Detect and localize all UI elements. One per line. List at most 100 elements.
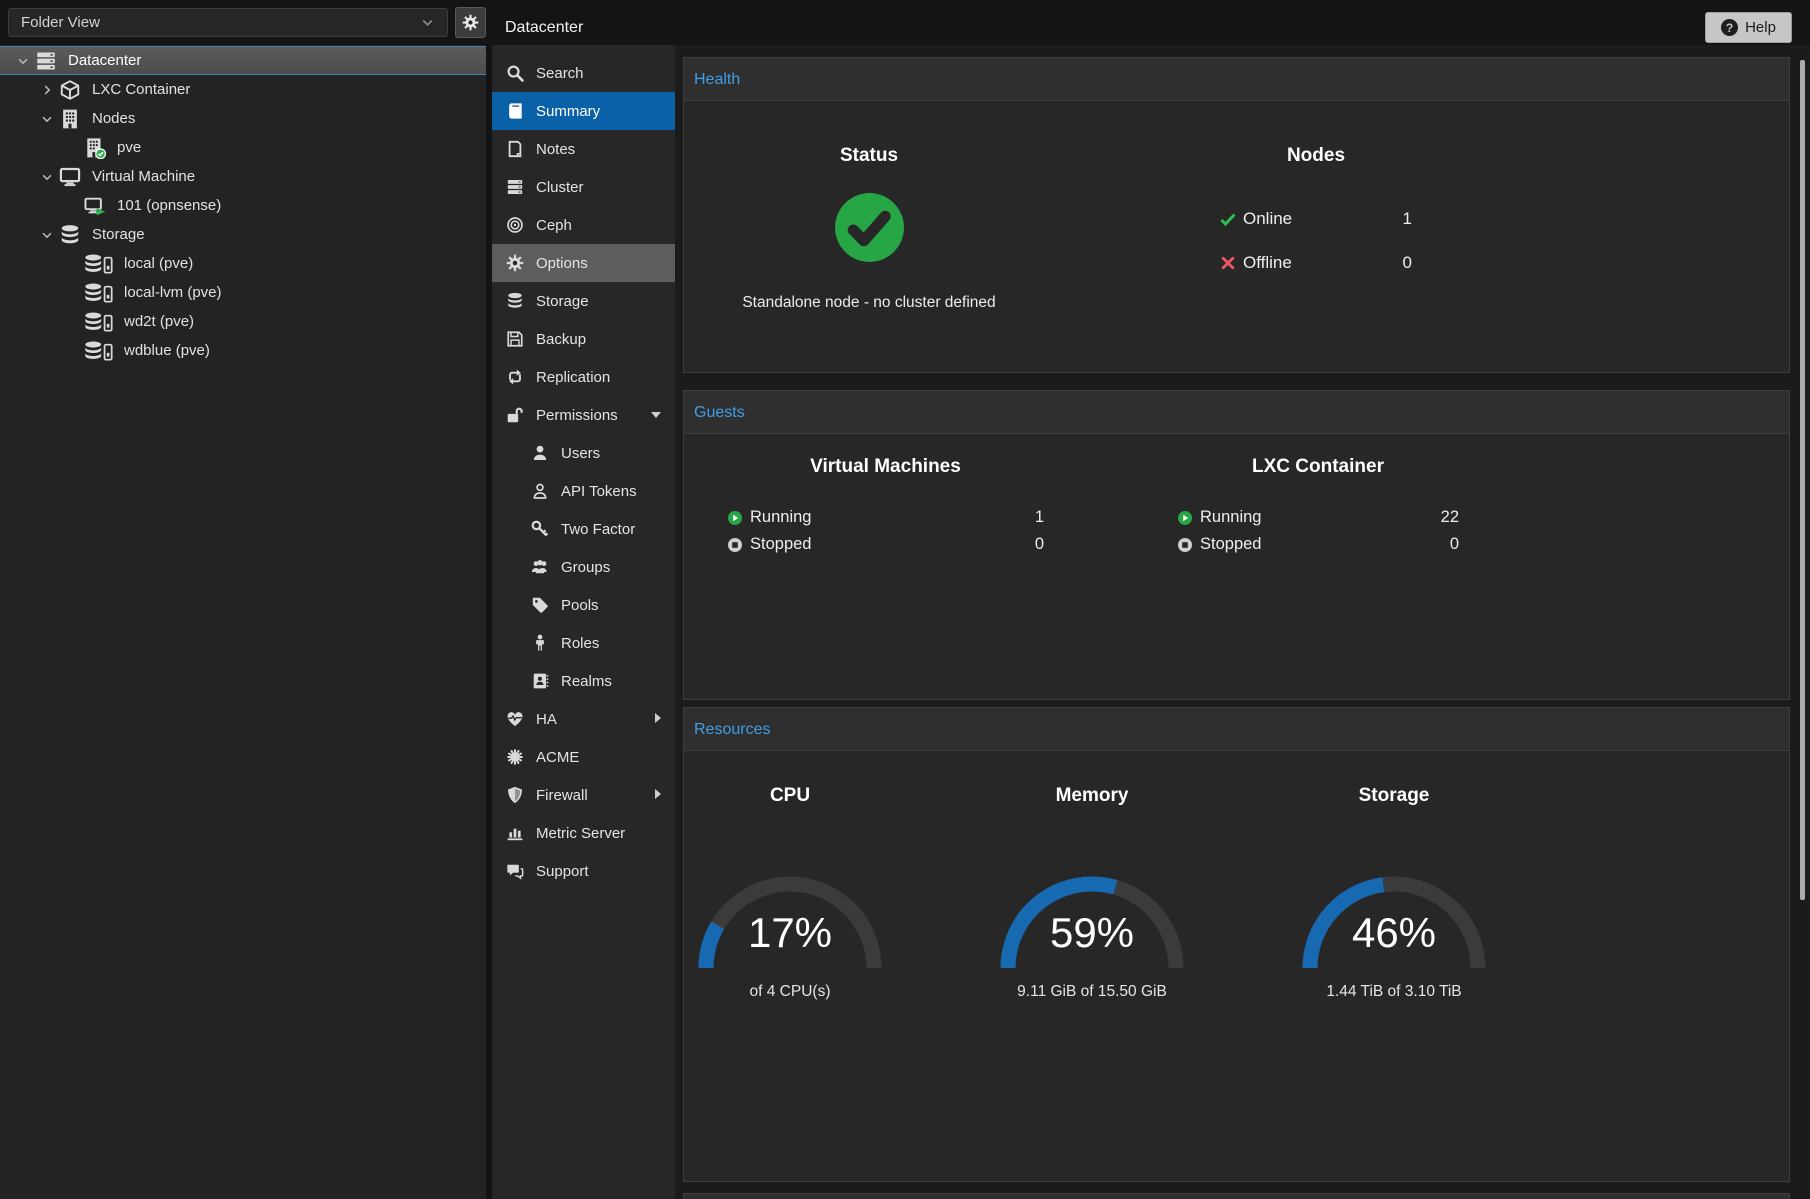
cluster-status-message: Standalone node - no cluster defined bbox=[704, 294, 1034, 312]
menu-item-summary[interactable]: Summary bbox=[492, 92, 675, 130]
health-panel-title: Health bbox=[684, 58, 1789, 101]
menu-item-groups[interactable]: Groups bbox=[492, 548, 675, 586]
collapse-triangle-icon[interactable] bbox=[651, 412, 661, 418]
person-icon bbox=[531, 634, 549, 652]
row-label: Stopped bbox=[750, 535, 811, 554]
menu-item-label: Search bbox=[536, 65, 584, 82]
unlock-icon bbox=[506, 406, 524, 424]
tree-item-label: wdblue (pve) bbox=[124, 342, 210, 359]
monitor-icon bbox=[59, 166, 81, 188]
tree-item-lxc-container[interactable]: LXC Container bbox=[0, 75, 486, 104]
menu-item-firewall[interactable]: Firewall bbox=[492, 776, 675, 814]
tree-settings-gear-button[interactable] bbox=[455, 7, 486, 38]
menu-item-cluster[interactable]: Cluster bbox=[492, 168, 675, 206]
menu-item-storage[interactable]: Storage bbox=[492, 282, 675, 320]
cross-icon bbox=[1220, 255, 1236, 271]
menu-item-notes[interactable]: Notes bbox=[492, 130, 675, 168]
caret-down-icon[interactable] bbox=[40, 112, 54, 126]
menu-item-support[interactable]: Support bbox=[492, 852, 675, 890]
menu-item-permissions[interactable]: Permissions bbox=[492, 396, 675, 434]
user-outline-icon bbox=[531, 482, 549, 500]
menu-item-search[interactable]: Search bbox=[492, 54, 675, 92]
memory-header: Memory bbox=[992, 785, 1192, 807]
stop-circle-icon bbox=[1177, 537, 1193, 553]
tree-item-label: wd2t (pve) bbox=[124, 313, 194, 330]
folder-view-dropdown[interactable]: Folder View bbox=[8, 8, 448, 37]
row-value: 0 bbox=[1450, 535, 1459, 554]
menu-item-options[interactable]: Options bbox=[492, 244, 675, 282]
row-label: Offline bbox=[1243, 253, 1292, 273]
caret-down-icon[interactable] bbox=[40, 228, 54, 242]
building-check-icon bbox=[84, 137, 106, 159]
menu-item-label: Pools bbox=[561, 597, 599, 614]
book-icon bbox=[506, 102, 524, 120]
cpu-header: CPU bbox=[690, 785, 890, 807]
monitor-play-icon bbox=[84, 195, 106, 217]
row-value: 22 bbox=[1441, 508, 1459, 527]
tree-item-storage[interactable]: Storage bbox=[0, 220, 486, 249]
check-circle-icon bbox=[833, 191, 906, 264]
bar-chart-icon bbox=[506, 824, 524, 842]
caret-right-icon[interactable] bbox=[40, 83, 54, 97]
menu-item-label: Backup bbox=[536, 331, 586, 348]
tree-item-datacenter[interactable]: Datacenter bbox=[0, 46, 486, 75]
tree-item-label: pve bbox=[117, 139, 141, 156]
menu-item-ha[interactable]: HA bbox=[492, 700, 675, 738]
users-icon bbox=[531, 558, 549, 576]
folder-view-label: Folder View bbox=[21, 14, 100, 31]
status-column: Status Standalone node - no cluster defi… bbox=[704, 101, 1034, 312]
menu-item-api-tokens[interactable]: API Tokens bbox=[492, 472, 675, 510]
menu-item-realms[interactable]: Realms bbox=[492, 662, 675, 700]
menu-item-label: Options bbox=[536, 255, 588, 272]
nodes-column: Nodes Online 1 Offline 0 bbox=[1220, 101, 1412, 293]
stop-circle-icon bbox=[727, 537, 743, 553]
health-panel: Health Status Standalone node - no clust… bbox=[683, 57, 1790, 373]
tag-icon bbox=[531, 596, 549, 614]
menu-item-users[interactable]: Users bbox=[492, 434, 675, 472]
tree-item-storage-wdblue[interactable]: wdblue (pve) bbox=[0, 336, 486, 365]
menu-item-label: Support bbox=[536, 863, 589, 880]
tree-item-storage-local[interactable]: local (pve) bbox=[0, 249, 486, 278]
caret-down-icon[interactable] bbox=[16, 54, 30, 68]
menu-item-two-factor[interactable]: Two Factor bbox=[492, 510, 675, 548]
expand-triangle-icon[interactable] bbox=[655, 713, 661, 723]
menu-item-ceph[interactable]: Ceph bbox=[492, 206, 675, 244]
tree-item-label: Nodes bbox=[92, 110, 135, 127]
caret-down-icon[interactable] bbox=[40, 170, 54, 184]
menu-item-label: Realms bbox=[561, 673, 612, 690]
menu-item-label: Summary bbox=[536, 103, 600, 120]
tree-item-storage-wd2t[interactable]: wd2t (pve) bbox=[0, 307, 486, 336]
menu-item-metric-server[interactable]: Metric Server bbox=[492, 814, 675, 852]
database-icon bbox=[59, 224, 81, 246]
menu-item-label: Permissions bbox=[536, 407, 618, 424]
guests-panel: Guests Virtual Machines Running 1 Stoppe… bbox=[683, 390, 1790, 700]
tree-item-label: LXC Container bbox=[92, 81, 190, 98]
cpu-sublabel: of 4 CPU(s) bbox=[690, 983, 890, 1001]
tree-item-vm-101[interactable]: 101 (opnsense) bbox=[0, 191, 486, 220]
check-icon bbox=[1220, 211, 1236, 227]
menu-item-label: Notes bbox=[536, 141, 575, 158]
tree-item-pve[interactable]: pve bbox=[0, 133, 486, 162]
menu-item-label: Firewall bbox=[536, 787, 588, 804]
menu-item-acme[interactable]: ACME bbox=[492, 738, 675, 776]
help-button[interactable]: ? Help bbox=[1705, 12, 1792, 43]
tree-item-label: Virtual Machine bbox=[92, 168, 195, 185]
tree-item-nodes[interactable]: Nodes bbox=[0, 104, 486, 133]
menu-item-roles[interactable]: Roles bbox=[492, 624, 675, 662]
shield-icon bbox=[506, 786, 524, 804]
vertical-scrollbar[interactable] bbox=[1800, 60, 1805, 900]
cube-icon bbox=[59, 79, 81, 101]
row-value: 0 bbox=[1403, 253, 1412, 273]
menu-item-backup[interactable]: Backup bbox=[492, 320, 675, 358]
menu-item-replication[interactable]: Replication bbox=[492, 358, 675, 396]
menu-item-label: Roles bbox=[561, 635, 599, 652]
row-label: Online bbox=[1243, 209, 1292, 229]
tree-item-virtual-machine[interactable]: Virtual Machine bbox=[0, 162, 486, 191]
chevron-down-icon bbox=[420, 15, 435, 30]
database-drive-icon bbox=[84, 340, 113, 362]
storage-sublabel: 1.44 TiB of 3.10 TiB bbox=[1294, 983, 1494, 1001]
nodes-offline-row: Offline 0 bbox=[1220, 249, 1412, 277]
expand-triangle-icon[interactable] bbox=[655, 789, 661, 799]
tree-item-storage-local-lvm[interactable]: local-lvm (pve) bbox=[0, 278, 486, 307]
menu-item-pools[interactable]: Pools bbox=[492, 586, 675, 624]
